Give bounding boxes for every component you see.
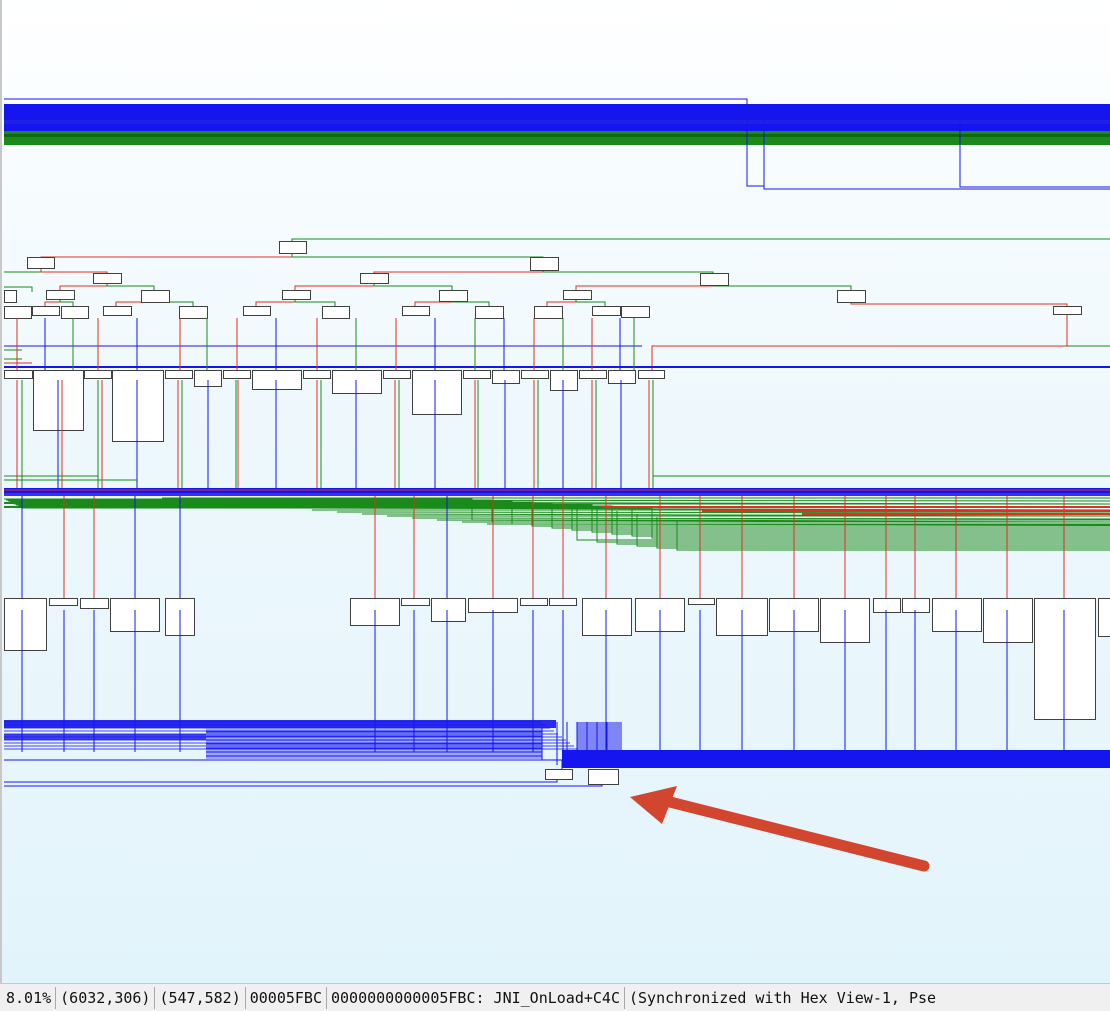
graph-node[interactable] [179,306,208,319]
graph-edge [291,238,1110,247]
status-bar: 8.01% (6032,306) (547,582) 00005FBC 0000… [0,983,1110,1011]
graph-node[interactable] [1053,306,1082,315]
graph-node[interactable] [303,370,331,379]
graph-edge [850,298,1068,307]
graph-node[interactable] [279,241,307,254]
graph-node[interactable] [902,598,930,613]
graph-node[interactable] [4,598,47,651]
graph-node[interactable] [837,290,866,303]
graph-node[interactable] [4,306,32,319]
graph-edge [652,380,1110,477]
graph-edge [373,268,544,275]
mouse-coordinates: (547,582) [155,986,246,1009]
graph-edge-bundle [562,750,1110,768]
graph-node[interactable] [1098,598,1110,637]
graph-node[interactable] [431,598,466,622]
graph-edge [4,776,558,783]
graph-node[interactable] [932,598,982,632]
graph-node[interactable] [521,370,549,379]
graph-node[interactable] [282,290,311,300]
graph-edge [651,313,1068,372]
graph-node[interactable] [638,370,665,379]
graph-node[interactable] [700,273,729,286]
graph-node[interactable] [582,598,632,636]
graph-coordinates: (6032,306) [56,986,156,1009]
graph-node[interactable] [588,769,619,785]
graph-edge [4,784,603,787]
graph-node[interactable] [322,306,350,319]
graph-node[interactable] [165,370,193,379]
graph-edge [575,282,714,291]
graph-node[interactable] [383,370,411,379]
graph-node[interactable] [401,598,430,606]
control-flow-graph[interactable] [2,0,1110,983]
graph-node[interactable] [80,598,109,609]
graph-node[interactable] [49,598,78,606]
graph-node[interactable] [439,290,468,302]
graph-node[interactable] [360,273,389,284]
graph-node[interactable] [1034,598,1096,720]
graph-edge-bundle [4,131,1110,145]
annotation-arrow [656,794,930,872]
graph-edge [336,511,1110,514]
graph-node[interactable] [545,769,573,780]
address-location: 0000000000005FBC: JNI_OnLoad+C4C [327,986,625,1009]
graph-edge [40,253,293,262]
graph-node[interactable] [550,370,578,391]
graph-edge [712,282,852,291]
graph-edge [411,517,1110,520]
file-offset: 00005FBC [246,986,327,1009]
graph-node[interactable] [4,370,33,379]
graph-node[interactable] [4,290,17,303]
graph-node[interactable] [621,306,650,318]
graph-edge-bundle [4,134,1110,137]
graph-node[interactable] [93,273,122,284]
graph-edge-bundle [4,720,556,728]
graph-node[interactable] [534,306,563,319]
graph-edge-bundle [4,493,1110,496]
graph-node[interactable] [27,257,55,269]
graph-overview-canvas[interactable] [0,0,1110,983]
graph-node[interactable] [46,290,75,300]
graph-edge-bundle [4,104,1110,132]
graph-node[interactable] [688,598,715,605]
graph-node[interactable] [402,306,430,316]
graph-node[interactable] [520,598,548,606]
graph-node[interactable] [332,370,382,394]
graph-node[interactable] [112,370,164,442]
graph-node[interactable] [549,598,577,606]
graph-node[interactable] [492,370,520,384]
graph-node[interactable] [141,290,170,303]
graph-node[interactable] [608,370,636,384]
graph-node[interactable] [563,290,592,300]
graph-node[interactable] [983,598,1033,643]
graph-edge [291,253,544,262]
graph-node[interactable] [252,370,302,390]
sync-info: (Synchronized with Hex View-1, Pse [628,988,937,1007]
graph-node[interactable] [873,598,901,613]
graph-node[interactable] [223,370,251,379]
graph-node[interactable] [61,306,89,319]
graph-edge-bundle [4,120,1110,124]
graph-node[interactable] [530,257,559,271]
graph-node[interactable] [592,306,621,316]
graph-node[interactable] [103,306,132,316]
graph-node[interactable] [475,306,504,319]
graph-edge-bundle [577,722,622,762]
graph-node[interactable] [463,370,491,379]
graph-edge [4,759,563,770]
graph-node[interactable] [84,370,112,379]
graph-node[interactable] [412,370,462,415]
graph-edge [542,268,714,275]
graph-edge [1066,313,1110,347]
zoom-level: 8.01% [0,986,57,1009]
graph-node[interactable] [32,306,60,316]
ida-graph-window: 8.01% (6032,306) (547,582) 00005FBC 0000… [0,0,1110,1011]
graph-node[interactable] [579,370,607,379]
graph-node[interactable] [243,306,271,316]
